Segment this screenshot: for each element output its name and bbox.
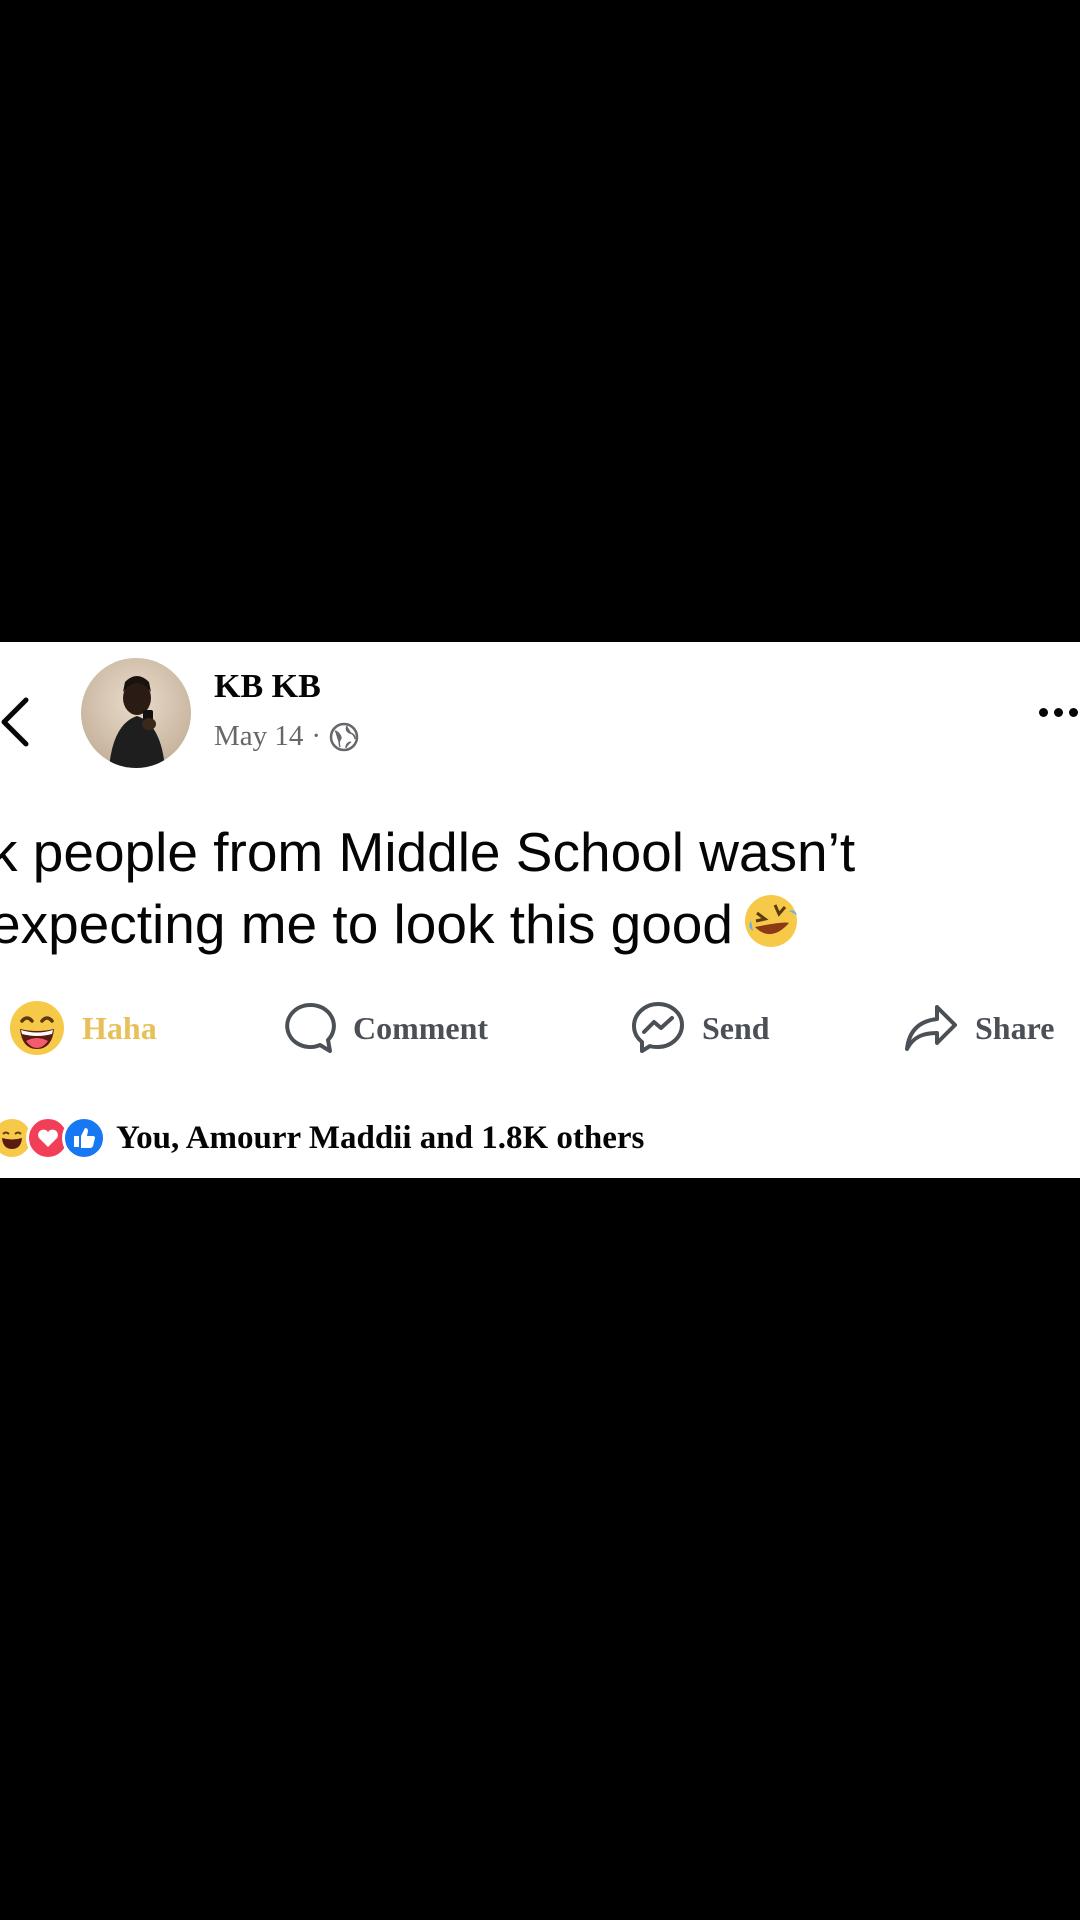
reaction-icons	[0, 1116, 106, 1160]
messenger-icon	[632, 1002, 684, 1053]
meta-separator: ·	[311, 720, 322, 752]
avatar[interactable]	[81, 658, 191, 768]
more-options-icon[interactable]	[1035, 700, 1080, 724]
share-arrow-icon	[905, 1005, 957, 1051]
post-text-line-2: expecting me to look this good	[0, 888, 1080, 960]
comment-icon	[285, 1002, 336, 1053]
haha-reaction-button[interactable]: Haha	[8, 996, 157, 1060]
back-button[interactable]	[0, 690, 40, 750]
post-text-line-1: k people from Middle School wasn’t	[0, 821, 856, 883]
post-date[interactable]: May 14	[214, 720, 303, 753]
send-button[interactable]: Send	[630, 996, 770, 1060]
bottom-letterbox	[0, 1178, 1080, 1920]
share-label: Share	[975, 1009, 1055, 1046]
author-name[interactable]: KB KB	[214, 668, 321, 706]
comment-button[interactable]: Comment	[283, 996, 488, 1060]
haha-icon	[10, 1001, 64, 1055]
chevron-left-icon	[1, 697, 29, 747]
top-letterbox	[0, 0, 1080, 642]
globe-icon	[329, 722, 359, 752]
send-label: Send	[702, 1009, 770, 1046]
comment-label: Comment	[353, 1009, 489, 1046]
share-button[interactable]: Share	[903, 996, 1054, 1060]
haha-label: Haha	[82, 1009, 157, 1046]
rolling-laughing-emoji-icon	[741, 891, 801, 951]
like-icon	[62, 1116, 106, 1160]
action-bar: Haha Comment Send Share	[0, 996, 1080, 1060]
post-text-line-2-content: expecting me to look this good	[0, 893, 733, 955]
reactions-text[interactable]: You, Amourr Maddii and 1.8K others	[116, 1120, 644, 1157]
reactions-summary[interactable]: You, Amourr Maddii and 1.8K others	[0, 1108, 1080, 1168]
post-text: k people from Middle School wasn’t expec…	[0, 816, 1080, 960]
post-meta: May 14 ·	[214, 720, 359, 753]
